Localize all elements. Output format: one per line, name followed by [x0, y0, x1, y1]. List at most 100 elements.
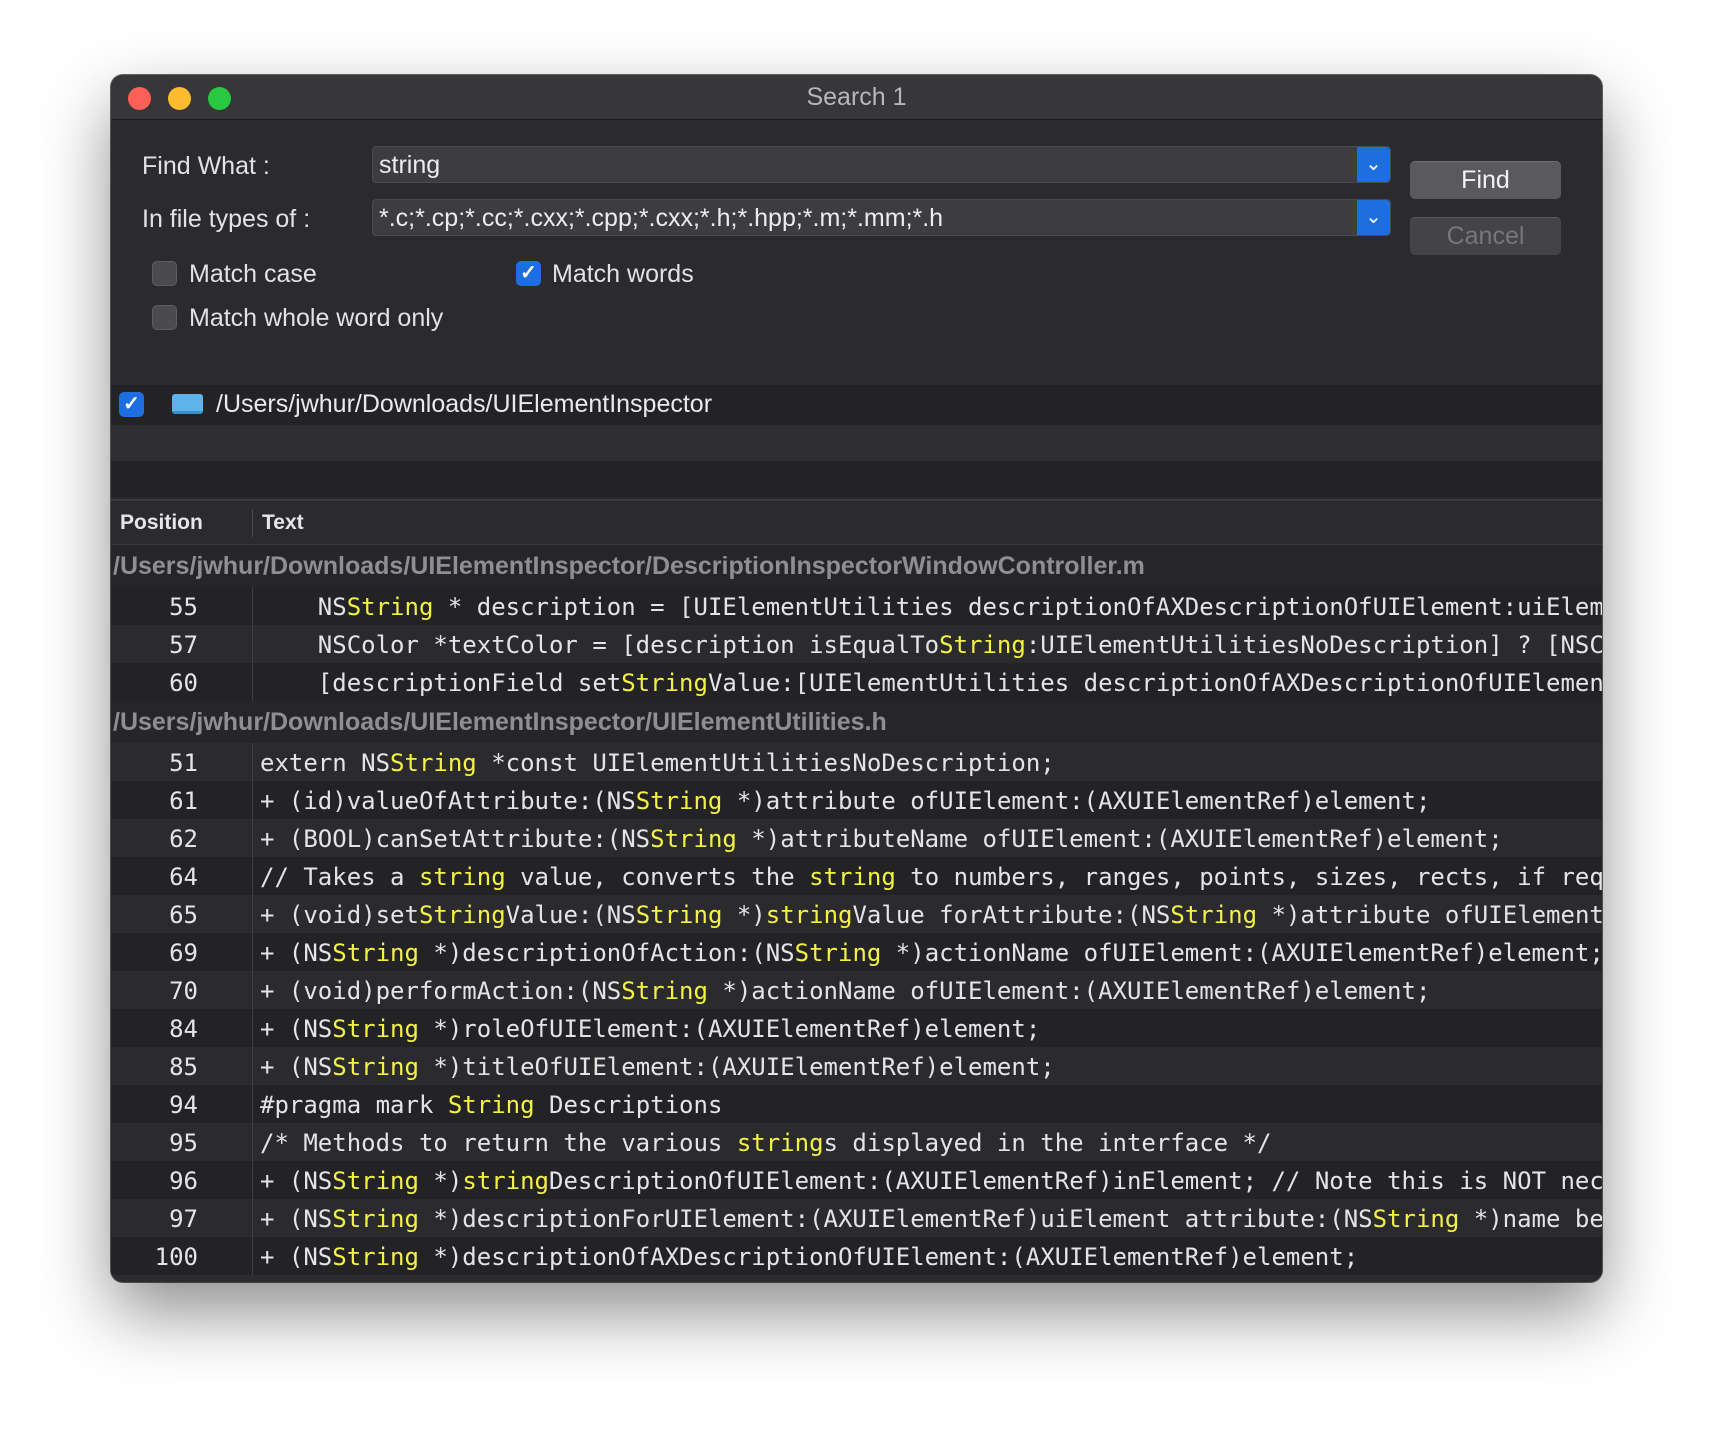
- column-divider: [252, 1123, 253, 1161]
- result-row[interactable]: 65 + (void)setStringValue:(NSString *)str…: [111, 895, 1602, 933]
- code-text: to numbers, ranges, points, sizes, rects…: [895, 863, 1602, 891]
- result-row[interactable]: 85 + (NSString *)titleOfUIElement:(AXUIEl…: [111, 1047, 1602, 1085]
- result-row[interactable]: 64 // Takes a string value, converts the …: [111, 857, 1602, 895]
- match-highlight: String: [332, 1243, 419, 1271]
- code-text: * description = [UIElementUtilities desc…: [433, 593, 1602, 621]
- result-text: /* Methods to return the various strings…: [260, 1129, 1271, 1157]
- match-whole-word-checkbox[interactable]: [152, 305, 177, 330]
- result-row[interactable]: 84 + (NSString *)roleOfUIElement:(AXUIEle…: [111, 1009, 1602, 1047]
- code-text: + (NS: [260, 1167, 333, 1195]
- code-text: [descriptionField set: [260, 669, 622, 697]
- match-highlight: String: [332, 1205, 419, 1233]
- result-text: NSColor *textColor = [description isEqua…: [260, 631, 1602, 659]
- result-text: + (NSString *)titleOfUIElement:(AXUIElem…: [260, 1053, 1055, 1081]
- column-divider: [252, 1047, 253, 1085]
- line-number: 57: [169, 631, 198, 659]
- column-divider[interactable]: [252, 509, 253, 537]
- line-number: 64: [169, 863, 198, 891]
- result-row[interactable]: 95 /* Methods to return the various strin…: [111, 1123, 1602, 1161]
- code-text: + (id)valueOfAttribute:(NS: [260, 787, 636, 815]
- column-divider: [252, 663, 253, 701]
- chevron-down-icon: ⌄: [1365, 206, 1382, 228]
- result-text: + (NSString *)descriptionForUIElement:(A…: [260, 1205, 1602, 1233]
- find-what-combobox[interactable]: string ⌄: [372, 146, 1391, 183]
- column-divider: [252, 1199, 253, 1237]
- line-number: 51: [169, 749, 198, 777]
- result-row[interactable]: 94 #pragma mark String Descriptions: [111, 1085, 1602, 1123]
- match-case-checkbox[interactable]: [152, 261, 177, 286]
- code-text: *)attribute ofUIElement:(AXUIElementRef)…: [722, 787, 1431, 815]
- directory-checkbox[interactable]: ✓: [119, 392, 144, 417]
- match-highlight: String: [939, 631, 1026, 659]
- file-types-input[interactable]: *.c;*.cp;*.cc;*.cxx;*.cpp;*.cxx;*.h;*.hp…: [379, 204, 943, 233]
- column-divider: [252, 971, 253, 1009]
- result-row[interactable]: 55 NSString * description = [UIElementUt…: [111, 587, 1602, 625]
- code-text: Value:(NS: [505, 901, 636, 929]
- column-divider: [252, 895, 253, 933]
- position-column-header[interactable]: Position: [120, 511, 203, 535]
- result-text: #pragma mark String Descriptions: [260, 1091, 722, 1119]
- match-highlight: string: [736, 1129, 824, 1157]
- result-row[interactable]: 51 extern NSString *const UIElementUtilit…: [111, 743, 1602, 781]
- column-divider: [252, 1085, 253, 1123]
- result-row[interactable]: 96 + (NSString *)stringDescriptionOfUIEle…: [111, 1161, 1602, 1199]
- column-divider: [252, 819, 253, 857]
- line-number: 70: [169, 977, 198, 1005]
- result-row[interactable]: 69 + (NSString *)descriptionOfAction:(NSS…: [111, 933, 1602, 971]
- file-types-combobox[interactable]: *.c;*.cp;*.cc;*.cxx;*.cpp;*.cxx;*.h;*.hp…: [372, 199, 1391, 236]
- code-text: NSColor *textColor = [description isEqua…: [260, 631, 940, 659]
- match-whole-word-label: Match whole word only: [189, 304, 444, 332]
- text-column-header[interactable]: Text: [262, 511, 304, 535]
- match-highlight: String: [332, 1053, 419, 1081]
- line-number: 61: [169, 787, 198, 815]
- match-highlight: String: [1170, 901, 1258, 929]
- column-divider: [252, 1161, 253, 1199]
- line-number: 85: [169, 1053, 198, 1081]
- match-words-label: Match words: [552, 260, 694, 288]
- find-what-dropdown-button[interactable]: ⌄: [1357, 147, 1390, 182]
- code-text: + (BOOL)canSetAttribute:(NS: [260, 825, 651, 853]
- match-words-checkbox[interactable]: ✓: [516, 261, 541, 286]
- code-text: Value:[UIElementUtilities descriptionOfA…: [707, 669, 1602, 697]
- column-divider: [252, 1009, 253, 1047]
- code-text: value, converts the: [505, 863, 810, 891]
- search-window: Search 1 Find What : string ⌄ Find In fi…: [111, 75, 1602, 1282]
- match-highlight: String: [1372, 1205, 1460, 1233]
- code-text: // Takes a: [260, 863, 419, 891]
- result-file-header[interactable]: /Users/jwhur/Downloads/UIElementInspecto…: [111, 701, 1602, 743]
- match-highlight: String: [794, 939, 882, 967]
- find-what-input[interactable]: string: [379, 151, 440, 180]
- result-row[interactable]: 62 + (BOOL)canSetAttribute:(NSString *)at…: [111, 819, 1602, 857]
- file-types-dropdown-button[interactable]: ⌄: [1357, 200, 1390, 235]
- match-highlight: String: [650, 825, 737, 853]
- result-row[interactable]: 60 [descriptionField setStringValue:[UIE…: [111, 663, 1602, 701]
- result-row[interactable]: 100 + (NSString *)descriptionOfAXDescript…: [111, 1237, 1602, 1275]
- column-divider: [252, 857, 253, 895]
- result-row[interactable]: 70 + (void)performAction:(NSString *)acti…: [111, 971, 1602, 1009]
- find-button[interactable]: Find: [1410, 161, 1561, 199]
- match-highlight: String: [635, 787, 723, 815]
- line-number: 60: [169, 669, 198, 697]
- code-text: *)descriptionOfAXDescriptionOfUIElement:…: [418, 1243, 1359, 1271]
- match-highlight: string: [765, 901, 853, 929]
- find-what-label: Find What :: [142, 152, 270, 180]
- checkmark-icon: ✓: [520, 262, 537, 284]
- result-text: + (NSString *)descriptionOfAction:(NSStr…: [260, 939, 1602, 967]
- result-row[interactable]: 61 + (id)valueOfAttribute:(NSString *)att…: [111, 781, 1602, 819]
- checkmark-icon: ✓: [123, 393, 140, 415]
- code-text: extern NS: [260, 749, 391, 777]
- result-row[interactable]: 57 NSColor *textColor = [description isE…: [111, 625, 1602, 663]
- cancel-button[interactable]: Cancel: [1410, 217, 1561, 255]
- match-highlight: string: [462, 1167, 550, 1195]
- line-number: 94: [169, 1091, 198, 1119]
- result-file-header[interactable]: /Users/jwhur/Downloads/UIElementInspecto…: [111, 545, 1602, 587]
- line-number: 96: [169, 1167, 198, 1195]
- code-text: #pragma mark: [260, 1091, 448, 1119]
- directory-path: /Users/jwhur/Downloads/UIElementInspecto…: [216, 390, 713, 418]
- code-text: *)titleOfUIElement:(AXUIElementRef)eleme…: [418, 1053, 1055, 1081]
- match-highlight: String: [346, 593, 434, 621]
- match-highlight: String: [332, 939, 419, 967]
- result-row[interactable]: 97 + (NSString *)descriptionForUIElement:…: [111, 1199, 1602, 1237]
- file-types-label: In file types of :: [142, 205, 311, 233]
- code-text: + (NS: [260, 1243, 333, 1271]
